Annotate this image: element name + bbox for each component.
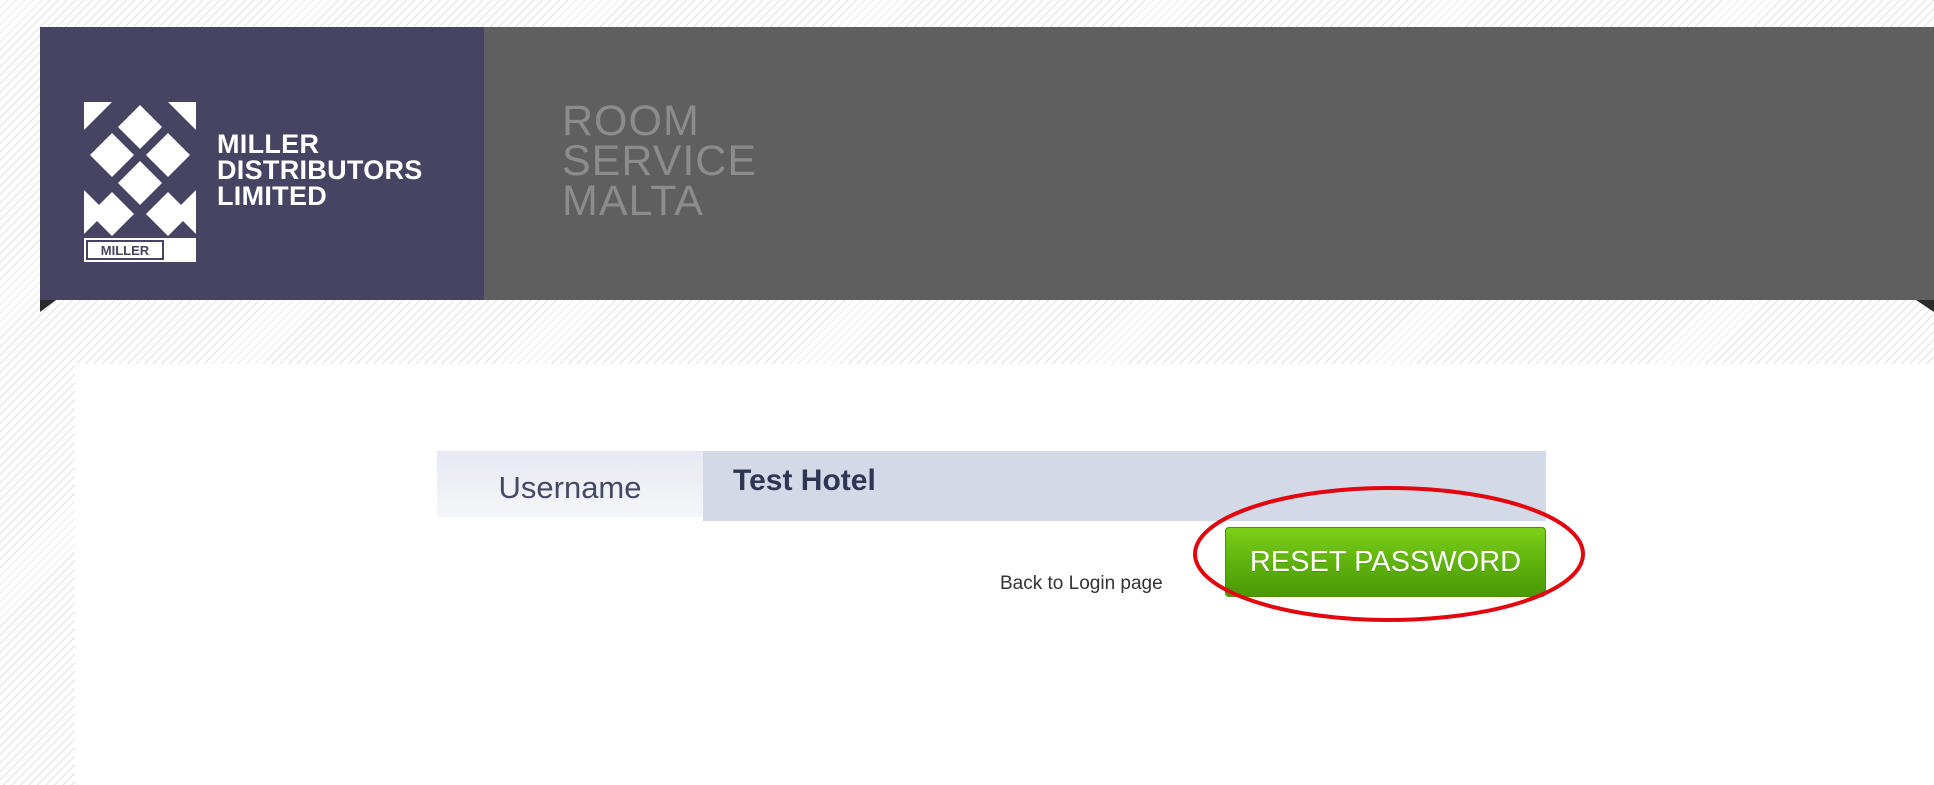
svg-text:MILLER: MILLER	[101, 243, 150, 258]
username-label: Username	[437, 451, 703, 517]
brand-name: MILLER DISTRIBUTORS LIMITED	[217, 129, 423, 211]
page-header: MILLER MILLER DISTRIBUTORS LIMITED ROOM …	[40, 27, 1934, 300]
site-title-line-3: MALTA	[562, 177, 704, 225]
brand-line-3: LIMITED	[217, 181, 328, 211]
site-title: ROOM SERVICE MALTA	[562, 97, 757, 225]
site-title-line-1: ROOM	[562, 97, 700, 145]
reset-password-button[interactable]: RESET PASSWORD	[1225, 527, 1546, 597]
header-fold-left	[40, 300, 56, 312]
brand-line-2: DISTRIBUTORS	[217, 155, 423, 185]
back-to-login-link[interactable]: Back to Login page	[1000, 573, 1163, 595]
header-fold-right	[1916, 300, 1934, 312]
brand-panel: MILLER MILLER DISTRIBUTORS LIMITED	[40, 27, 484, 300]
site-title-line-2: SERVICE	[562, 137, 757, 185]
username-row: Username	[437, 451, 1546, 521]
brand-line-1: MILLER	[217, 129, 320, 159]
miller-logo-icon: MILLER	[84, 102, 196, 262]
username-input[interactable]	[703, 451, 1546, 521]
